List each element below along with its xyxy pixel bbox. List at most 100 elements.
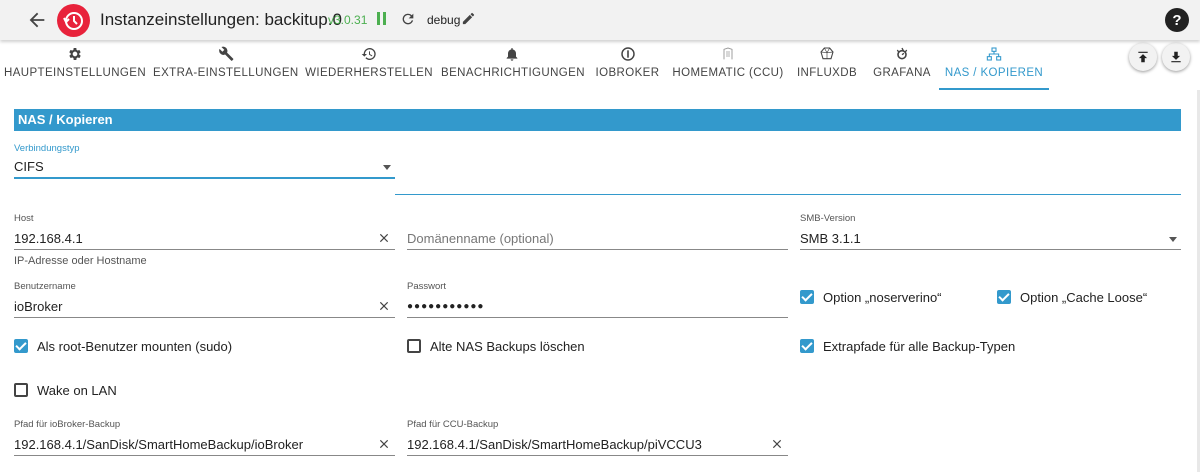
backitup-logo-icon xyxy=(57,4,90,37)
host-helper-text: IP-Adresse oder Hostname xyxy=(14,255,147,267)
field-underline xyxy=(14,317,395,318)
checkbox-checked-icon xyxy=(997,290,1011,304)
tab-extra-einstellungen[interactable]: EXTRA-EINSTELLUNGEN xyxy=(153,40,298,90)
field-underline xyxy=(800,249,1181,250)
tab-grafana[interactable]: GRAFANA xyxy=(869,40,935,90)
upload-icon xyxy=(1138,51,1148,63)
cache-loose-checkbox[interactable]: Option „Cache Loose“ xyxy=(997,288,1147,306)
tab-label: IOBROKER xyxy=(595,67,660,79)
host-value: 192.168.4.1 xyxy=(14,231,83,246)
delete-old-backups-checkbox[interactable]: Alte NAS Backups löschen xyxy=(407,337,585,355)
field-underline xyxy=(14,455,395,456)
password-field[interactable]: Passwort ●●●●●●●●●●● xyxy=(407,281,788,321)
download-icon xyxy=(1171,51,1181,63)
grafana-icon xyxy=(896,47,908,60)
tab-influxdb[interactable]: INFLUXDB xyxy=(793,40,861,90)
checkbox-unchecked-icon xyxy=(14,383,28,397)
field-underline xyxy=(14,249,395,250)
noserverino-label: Option „noserverino“ xyxy=(823,289,942,305)
cache-loose-label: Option „Cache Loose“ xyxy=(1020,289,1148,305)
extra-paths-label: Extrapfade für alle Backup-Typen xyxy=(823,338,1016,354)
ccu-path-label: Pfad für CCU-Backup xyxy=(407,419,499,430)
clear-icon[interactable] xyxy=(770,437,784,451)
network-icon xyxy=(986,47,1002,61)
tab-label: HOMEMATIC (CCU) xyxy=(672,67,784,79)
clear-icon[interactable] xyxy=(377,231,391,245)
noserverino-checkbox[interactable]: Option „noserverino“ xyxy=(800,288,942,306)
smb-version-label: SMB-Version xyxy=(800,213,856,224)
sudo-checkbox[interactable]: Als root-Benutzer mounten (sudo) xyxy=(14,337,232,355)
field-underline xyxy=(407,455,788,456)
connection-type-select[interactable]: Verbindungstyp CIFS xyxy=(14,143,395,183)
back-arrow-icon[interactable] xyxy=(26,9,48,31)
tab-benachrichtigungen[interactable]: BENACHRICHTIGUNGEN xyxy=(441,40,585,90)
tab-bar: HAUPTEINSTELLUNGEN EXTRA-EINSTELLUNGEN W… xyxy=(0,40,1200,90)
upload-button[interactable] xyxy=(1129,43,1157,71)
download-button[interactable] xyxy=(1162,43,1190,71)
tab-label: NAS / KOPIEREN xyxy=(944,67,1044,79)
smb-version-select[interactable]: SMB-Version SMB 3.1.1 xyxy=(800,213,1181,253)
smb-version-value: SMB 3.1.1 xyxy=(800,231,861,246)
clear-icon[interactable] xyxy=(377,299,391,313)
password-value: ●●●●●●●●●●● xyxy=(407,301,485,312)
restore-icon xyxy=(361,47,376,60)
tab-label: HAUPTEINSTELLUNGEN xyxy=(4,67,147,79)
app-header: Instanzeinstellungen: backitup.0 v3.0.31… xyxy=(0,0,1200,40)
password-label: Passwort xyxy=(407,281,447,292)
domain-placeholder: Domänenname (optional) xyxy=(407,231,554,246)
extra-paths-checkbox[interactable]: Extrapfade für alle Backup-Typen xyxy=(800,337,1015,355)
gear-icon xyxy=(69,48,81,60)
username-label: Benutzername xyxy=(14,281,76,292)
tab-label: GRAFANA xyxy=(873,67,931,79)
dropdown-arrow-icon xyxy=(1169,237,1177,242)
host-label: Host xyxy=(14,213,34,224)
host-field[interactable]: Host 192.168.4.1 xyxy=(14,213,395,253)
username-field[interactable]: Benutzername ioBroker xyxy=(14,281,395,321)
iobroker-path-label: Pfad für ioBroker-Backup xyxy=(14,419,121,430)
edit-pencil-icon[interactable] xyxy=(461,11,476,26)
username-value: ioBroker xyxy=(14,299,63,314)
wrench-icon xyxy=(218,46,233,61)
field-underline xyxy=(14,177,395,179)
domain-input[interactable]: Domänenname (optional) xyxy=(407,213,788,253)
connection-type-value: CIFS xyxy=(14,159,44,174)
wake-on-lan-label: Wake on LAN xyxy=(37,382,117,398)
section-header: NAS / Kopieren xyxy=(14,109,1181,131)
iobroker-path-value: 192.168.4.1/SanDisk/SmartHomeBackup/ioBr… xyxy=(14,437,304,452)
tab-label: BENACHRICHTIGUNGEN xyxy=(441,67,585,79)
iobroker-icon xyxy=(620,47,635,61)
field-underline xyxy=(407,317,788,318)
tab-label: EXTRA-EINSTELLUNGEN xyxy=(153,67,299,79)
reload-icon[interactable] xyxy=(400,11,416,27)
tab-homematic[interactable]: HOMEMATIC (CCU) xyxy=(671,40,785,90)
field-underline xyxy=(407,249,788,250)
homematic-icon xyxy=(723,47,733,60)
ccu-path-field[interactable]: Pfad für CCU-Backup 192.168.4.1/SanDisk/… xyxy=(407,419,788,459)
tab-label: INFLUXDB xyxy=(796,67,858,79)
version-label: v3.0.31 xyxy=(328,13,368,27)
ccu-path-value: 192.168.4.1/SanDisk/SmartHomeBackup/piVC… xyxy=(407,437,702,452)
dropdown-arrow-icon xyxy=(383,165,391,170)
influxdb-icon xyxy=(820,47,834,60)
tab-haupteinstellungen[interactable]: HAUPTEINSTELLUNGEN xyxy=(4,40,146,90)
checkbox-checked-icon xyxy=(800,290,814,304)
pause-icon[interactable] xyxy=(377,12,387,25)
checkbox-checked-icon xyxy=(800,339,814,353)
iobroker-path-field[interactable]: Pfad für ioBroker-Backup 192.168.4.1/San… xyxy=(14,419,395,459)
connection-type-label: Verbindungstyp xyxy=(14,143,80,154)
checkbox-unchecked-icon xyxy=(407,339,421,353)
tab-label: WIEDERHERSTELLEN xyxy=(305,67,433,79)
wake-on-lan-checkbox[interactable]: Wake on LAN xyxy=(14,381,117,399)
bell-icon xyxy=(506,48,518,61)
checkbox-checked-icon xyxy=(14,339,28,353)
tab-wiederherstellen[interactable]: WIEDERHERSTELLEN xyxy=(305,40,433,90)
help-icon[interactable]: ? xyxy=(1165,8,1189,32)
divider xyxy=(395,194,1181,195)
tab-nas-kopieren[interactable]: NAS / KOPIEREN xyxy=(939,40,1049,90)
tab-iobroker[interactable]: IOBROKER xyxy=(591,40,664,90)
clear-icon[interactable] xyxy=(377,437,391,451)
page-title: Instanzeinstellungen: backitup.0 xyxy=(100,10,342,29)
log-level-label: debug xyxy=(427,13,461,27)
sudo-label: Als root-Benutzer mounten (sudo) xyxy=(37,338,233,354)
delete-old-backups-label: Alte NAS Backups löschen xyxy=(430,338,585,354)
